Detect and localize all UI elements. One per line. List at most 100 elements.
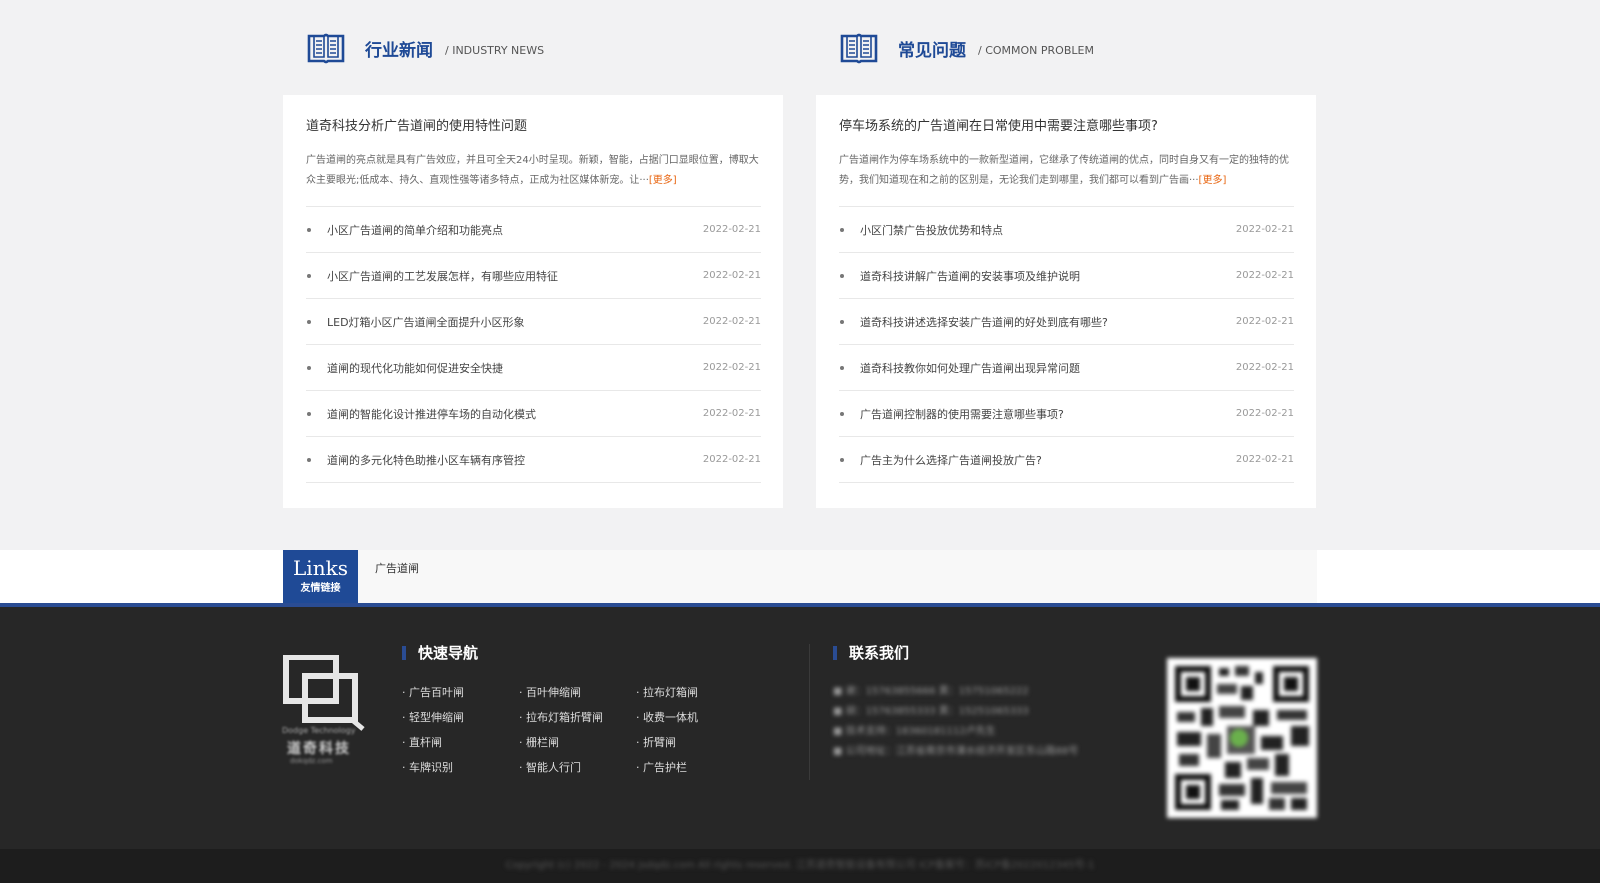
contact-title: 联系我们 [849,644,910,662]
friendly-links-bar: Links 友情链接 广告道闸 [283,550,1317,603]
bullet-icon [840,457,844,462]
bullet-icon [840,227,844,232]
quick-nav-title: 快速导航 [418,644,479,662]
list-item[interactable]: 小区门禁广告投放优势和特点 2022-02-21 [839,207,1294,253]
links-badge: Links 友情链接 [283,550,358,603]
quick-nav-link[interactable]: · 轻型伸缩闸 [402,709,519,726]
common-problem-header: 常见问题 / COMMON PROBLEM [840,30,1094,66]
list-item-date: 2022-02-21 [1235,454,1294,465]
bullet-icon [840,319,844,324]
book-icon [307,33,345,64]
bullet-icon [840,411,844,416]
list-item[interactable]: 广告主为什么选择广告道闸投放广告? 2022-02-21 [839,437,1294,483]
quick-nav-link[interactable]: · 广告百叶闸 [402,684,519,701]
quick-nav-link[interactable]: · 栅栏闸 [519,734,636,751]
list-item-date: 2022-02-21 [1235,224,1294,235]
more-link[interactable]: [更多] [649,175,677,186]
list-item[interactable]: 道闸的智能化设计推进停车场的自动化模式 2022-02-21 [306,391,761,437]
news-list: 小区广告道闸的简单介绍和功能亮点 2022-02-21 小区广告道闸的工艺发展怎样… [306,206,761,483]
quick-nav-link[interactable]: · 百叶伸缩闸 [519,684,636,701]
book-icon [840,33,878,64]
list-item-title[interactable]: 小区广告道闸的简单介绍和功能亮点 [327,222,703,238]
list-item-date: 2022-02-21 [702,224,761,235]
contact-line: ■ 胡：15763855333 黄：15251065333 [833,706,1029,717]
bullet-icon [307,365,311,370]
featured-article-title[interactable]: 停车场系统的广告道闸在日常使用中需要注意哪些事项? [839,115,1158,134]
list-item-date: 2022-02-21 [702,316,761,327]
list-item[interactable]: 道奇科技教你如何处理广告道闸出现异常问题 2022-02-21 [839,345,1294,391]
list-item-title[interactable]: 道奇科技讲解广告道闸的安装事项及维护说明 [860,268,1236,284]
heading-bar [402,645,406,660]
section-subtitle: / COMMON PROBLEM [978,44,1094,57]
section-subtitle: / INDUSTRY NEWS [445,44,545,57]
section-title: 行业新闻 [365,40,433,61]
list-item-title[interactable]: 道奇科技教你如何处理广告道闸出现异常问题 [860,360,1236,376]
bullet-icon [840,365,844,370]
copyright-text: Copyright (c) 2022 - 2024 jsdqdz.com All… [505,860,1095,871]
quick-nav-link[interactable]: · 折臂闸 [636,734,753,751]
list-item[interactable]: 道闸的现代化功能如何促进安全快捷 2022-02-21 [306,345,761,391]
bullet-icon [840,273,844,278]
industry-news-header: 行业新闻 / INDUSTRY NEWS [307,30,544,66]
list-item-title[interactable]: 广告道闸控制器的使用需要注意哪些事项? [860,406,1236,422]
contact-header: 联系我们 [833,642,909,663]
bullet-icon [307,227,311,232]
quick-nav-link[interactable]: · 直杆闸 [402,734,519,751]
list-item-date: 2022-02-21 [1235,270,1294,281]
links-badge-en: Links [293,556,348,580]
footer-divider [809,644,810,780]
bullet-icon [307,273,311,278]
quick-nav-link[interactable]: · 拉布灯箱折臂闸 [519,709,636,726]
footer [0,607,1600,849]
qr-code-icon [1167,658,1317,818]
list-item[interactable]: 小区广告道闸的简单介绍和功能亮点 2022-02-21 [306,207,761,253]
bullet-icon [307,457,311,462]
list-item-date: 2022-02-21 [1235,362,1294,373]
list-item-title[interactable]: 道闸的多元化特色助推小区车辆有序管控 [327,452,703,468]
quick-nav-header: 快速导航 [402,642,478,663]
quick-nav-list: · 广告百叶闸 · 百叶伸缩闸 · 拉布灯箱闸 · 轻型伸缩闸 · 拉布灯箱折臂… [402,684,762,776]
section-title: 常见问题 [898,40,966,61]
quick-nav-link[interactable]: · 广告护栏 [636,759,753,776]
list-item[interactable]: 广告道闸控制器的使用需要注意哪些事项? 2022-02-21 [839,391,1294,437]
quick-nav-link[interactable]: · 智能人行门 [519,759,636,776]
contact-line: ■ 公司地址：江苏省南京市溧水经济开发区东山路88号 [833,746,1079,757]
list-item[interactable]: LED灯箱小区广告道闸全面提升小区形象 2022-02-21 [306,299,761,345]
summary-text: 广告道闸的亮点就是具有广告效应，并且可全天24小时呈现。新颖，智能，占据门口显眼… [306,155,759,186]
friendly-link[interactable]: 广告道闸 [375,560,419,576]
more-link[interactable]: [更多] [1199,175,1227,186]
list-item-title[interactable]: 道闸的智能化设计推进停车场的自动化模式 [327,406,703,422]
list-item[interactable]: 道奇科技讲述选择安装广告道闸的好处到底有哪些? 2022-02-21 [839,299,1294,345]
list-item-title[interactable]: LED灯箱小区广告道闸全面提升小区形象 [327,314,703,330]
list-item[interactable]: 道闸的多元化特色助推小区车辆有序管控 2022-02-21 [306,437,761,483]
links-badge-cn: 友情链接 [300,583,341,594]
contact-line: ■ 技术支持：18360181112卢先生 [833,726,996,737]
list-item-date: 2022-02-21 [702,454,761,465]
list-item-title[interactable]: 小区门禁广告投放优势和特点 [860,222,1236,238]
quick-nav-link[interactable]: · 拉布灯箱闸 [636,684,753,701]
heading-bar [833,645,837,660]
logo-url: dokqdz.com [290,757,333,765]
list-item-title[interactable]: 广告主为什么选择广告道闸投放广告? [860,452,1236,468]
list-item-date: 2022-02-21 [1235,316,1294,327]
list-item-date: 2022-02-21 [1235,408,1294,419]
quick-nav-link[interactable]: · 车牌识别 [402,759,519,776]
list-item-date: 2022-02-21 [702,362,761,373]
list-item[interactable]: 道奇科技讲解广告道闸的安装事项及维护说明 2022-02-21 [839,253,1294,299]
contact-info: ■ 谢：15763855666 黄：15751065222 ■ 胡：157638… [833,682,1078,762]
list-item-date: 2022-02-21 [702,270,761,281]
bullet-icon [307,319,311,324]
featured-article-title[interactable]: 道奇科技分析广告道闸的使用特性问题 [306,115,527,134]
logo-brand-en: Dodge Technology [282,726,356,735]
list-item-title[interactable]: 小区广告道闸的工艺发展怎样，有哪些应用特征 [327,268,703,284]
bullet-icon [307,411,311,416]
contact-line: ■ 谢：15763855666 黄：15751065222 [833,686,1029,697]
featured-article-summary: 广告道闸作为停车场系统中的一款新型道闸，它继承了传统道闸的优点，同时自身又有一定… [839,151,1295,191]
copyright-bar: Copyright (c) 2022 - 2024 jsdqdz.com All… [0,849,1600,883]
list-item[interactable]: 小区广告道闸的工艺发展怎样，有哪些应用特征 2022-02-21 [306,253,761,299]
list-item-title[interactable]: 道闸的现代化功能如何促进安全快捷 [327,360,703,376]
logo-brand-cn: 道奇科技 [287,741,351,757]
list-item-title[interactable]: 道奇科技讲述选择安装广告道闸的好处到底有哪些? [860,314,1236,330]
quick-nav-link[interactable]: · 收费一体机 [636,709,753,726]
featured-article-summary: 广告道闸的亮点就是具有广告效应，并且可全天24小时呈现。新颖，智能，占据门口显眼… [306,151,762,191]
